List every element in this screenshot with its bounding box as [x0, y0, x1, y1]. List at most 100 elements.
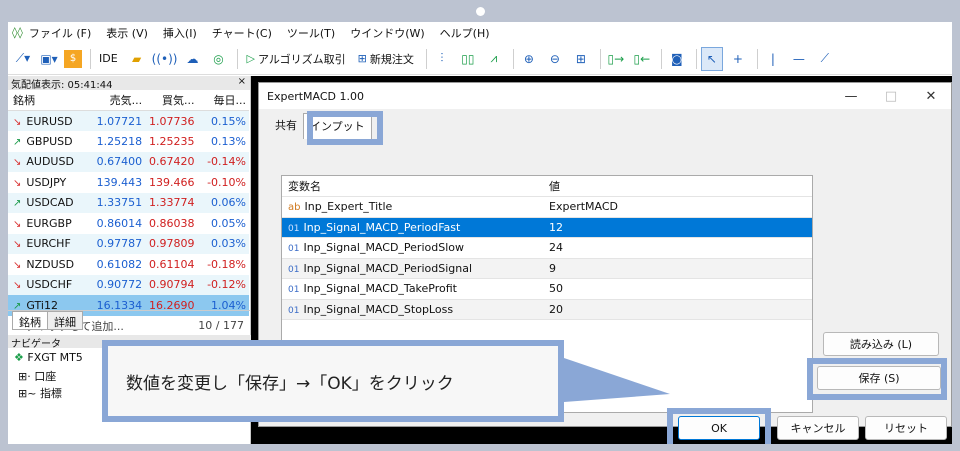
menu-file[interactable]: ファイル (F) — [29, 25, 91, 41]
navigator-item-fxgt[interactable]: ❖ FXGT MT5 — [14, 351, 83, 364]
menu-help[interactable]: ヘルプ(H) — [440, 25, 490, 41]
minimize-icon[interactable]: — — [831, 89, 871, 104]
symbol-cell[interactable]: ↘ EURUSD — [8, 110, 92, 131]
bar-chart-icon[interactable]: ⫶ — [431, 47, 453, 71]
menu-chart[interactable]: チャート(C) — [212, 25, 272, 41]
candle-chart-icon[interactable]: ▯▯ — [457, 47, 479, 71]
reset-button[interactable]: リセット — [865, 416, 947, 440]
autoscroll-icon[interactable]: ▯→ — [605, 47, 627, 71]
table-row[interactable]: ↘ NZDUSD 0.61082 0.61104 -0.18% — [8, 254, 249, 275]
cloud-icon[interactable]: ☁ — [181, 47, 203, 71]
trend-down-icon: ↘ — [13, 239, 22, 251]
param-value[interactable]: 50 — [546, 278, 812, 300]
ask-cell: 0.86038 — [144, 213, 197, 234]
table-row[interactable]: ↗ GBPUSD 1.25218 1.25235 0.13% — [8, 131, 249, 152]
param-value[interactable]: 9 — [546, 258, 812, 279]
symbol-cell[interactable]: ↗ GBPUSD — [8, 131, 92, 152]
symbol-cell[interactable]: ↘ NZDUSD — [8, 254, 92, 275]
close-icon[interactable]: ✕ — [911, 89, 951, 104]
table-row[interactable]: ↘ EURGBP 0.86014 0.86038 0.05% — [8, 213, 249, 234]
menu-window[interactable]: ウインドウ(W) — [350, 25, 424, 41]
table-row[interactable]: ↘ USDCHF 0.90772 0.90794 -0.12% — [8, 274, 249, 295]
ask-cell: 1.07736 — [144, 110, 197, 131]
tab-symbols[interactable]: 銘柄 — [12, 311, 48, 330]
grid-icon[interactable]: ⊞ — [570, 47, 592, 71]
param-row[interactable]: 01 Inp_Signal_MACD_StopLoss 20 — [282, 299, 812, 320]
algo-trading-button[interactable]: ▷ アルゴリズム取引 — [242, 47, 349, 71]
load-button[interactable]: 読み込み (L) — [823, 332, 939, 356]
navigator-item-accounts[interactable]: ⊞· 口座 — [18, 368, 56, 384]
column-header[interactable]: 買気... — [144, 90, 197, 111]
param-row[interactable]: ab Inp_Expert_Title ExpertMACD — [282, 196, 812, 218]
table-row[interactable]: ↘ EURCHF 0.97787 0.97809 0.03% — [8, 233, 249, 254]
param-row[interactable]: 01 Inp_Signal_MACD_TakeProfit 50 — [282, 278, 812, 300]
tab-common[interactable]: 共有 — [269, 113, 303, 139]
column-header[interactable]: 銘柄 — [8, 90, 92, 111]
param-value[interactable]: ExpertMACD — [546, 196, 812, 218]
chart-type-icon[interactable]: ⟋▾ — [12, 47, 34, 71]
chart-shift-icon[interactable]: ▯← — [631, 47, 653, 71]
symbol-cell[interactable]: ↘ AUDUSD — [8, 151, 92, 172]
symbol-cell[interactable]: ↘ EURGBP — [8, 213, 92, 234]
toolbar: ⟋▾ ▣▾ $ IDE ▰ ((•)) ☁ ◎ ▷ アルゴリズム取引 ⊞ 新規注文 … — [8, 43, 952, 75]
param-value[interactable]: 12 — [546, 217, 812, 238]
trendline-icon[interactable]: ⟋ — [814, 47, 836, 71]
signal-icon[interactable]: ((•)) — [152, 47, 178, 71]
table-row[interactable]: ↘ AUDUSD 0.67400 0.67420 -0.14% — [8, 151, 249, 172]
change-cell: -0.14% — [196, 151, 249, 172]
zoom-in-icon[interactable]: ⊕ — [518, 47, 540, 71]
save-button[interactable]: 保存 (S) — [817, 366, 941, 390]
column-header: 値 — [546, 176, 812, 197]
symbol-cell[interactable]: ↗ USDCAD — [8, 192, 92, 213]
dollar-icon[interactable]: $ — [64, 49, 82, 68]
bid-cell: 139.443 — [91, 172, 145, 193]
timeframe-icon[interactable]: ▣▾ — [38, 47, 60, 71]
bid-cell: 1.25218 — [91, 131, 145, 152]
table-row[interactable]: ↗ USDCAD 1.33751 1.33774 0.06% — [8, 192, 249, 213]
menu-insert[interactable]: 挿入(I) — [163, 25, 197, 41]
ask-cell: 1.25235 — [144, 131, 197, 152]
param-row[interactable]: 01 Inp_Signal_MACD_PeriodFast 12 — [282, 217, 812, 238]
column-header[interactable]: 毎日... — [196, 90, 249, 111]
ide-button[interactable]: IDE — [95, 47, 122, 71]
accounts-icon: ⊞· — [18, 370, 31, 383]
crosshair-icon[interactable]: + — [727, 47, 749, 71]
cursor-icon[interactable]: ↖ — [700, 46, 723, 71]
trend-down-icon: ↘ — [13, 157, 22, 169]
param-row[interactable]: 01 Inp_Signal_MACD_PeriodSignal 9 — [282, 258, 812, 279]
change-cell: 0.06% — [196, 192, 249, 213]
symbol-cell[interactable]: ↘ USDJPY — [8, 172, 92, 193]
lock-icon[interactable]: ▰ — [126, 47, 148, 71]
param-value[interactable]: 24 — [546, 237, 812, 259]
bid-cell: 0.61082 — [91, 254, 145, 275]
number-type-icon: 01 — [288, 305, 300, 316]
zoom-out-icon[interactable]: ⊖ — [544, 47, 566, 71]
dialog-title: ExpertMACD 1.00 — [267, 89, 365, 103]
line-chart-icon[interactable]: ⩘ — [483, 47, 505, 71]
screenshot-icon[interactable]: ◙ — [666, 47, 688, 71]
navigator-item-indicators[interactable]: ⊞~ 指標 — [18, 385, 62, 401]
number-type-icon: 01 — [288, 264, 300, 275]
cancel-button[interactable]: キャンセル — [777, 416, 859, 440]
vertical-line-icon[interactable]: | — [762, 47, 784, 71]
menu-view[interactable]: 表示 (V) — [106, 25, 148, 41]
trend-down-icon: ↘ — [13, 177, 22, 189]
ask-cell: 0.67420 — [144, 151, 197, 172]
symbol-cell[interactable]: ↘ USDCHF — [8, 274, 92, 295]
table-row[interactable]: ↘ EURUSD 1.07721 1.07736 0.15% — [8, 110, 249, 131]
new-order-button[interactable]: ⊞ 新規注文 — [354, 47, 418, 71]
maximize-icon[interactable]: □ — [871, 89, 911, 104]
symbol-cell[interactable]: ↘ EURCHF — [8, 233, 92, 254]
column-header[interactable]: 売気... — [91, 90, 145, 111]
trend-down-icon: ↘ — [13, 116, 22, 128]
horizontal-line-icon[interactable]: — — [788, 47, 810, 71]
ok-button[interactable]: OK — [678, 416, 760, 440]
param-row[interactable]: 01 Inp_Signal_MACD_PeriodSlow 24 — [282, 237, 812, 259]
param-value[interactable]: 20 — [546, 299, 812, 320]
vps-icon[interactable]: ◎ — [207, 47, 229, 71]
table-row[interactable]: ↘ USDJPY 139.443 139.466 -0.10% — [8, 172, 249, 193]
menu-tools[interactable]: ツール(T) — [287, 25, 335, 41]
close-icon[interactable]: × — [238, 76, 246, 90]
param-name: 01 Inp_Signal_MACD_PeriodSlow — [282, 237, 546, 259]
tab-details[interactable]: 詳細 — [48, 311, 83, 330]
